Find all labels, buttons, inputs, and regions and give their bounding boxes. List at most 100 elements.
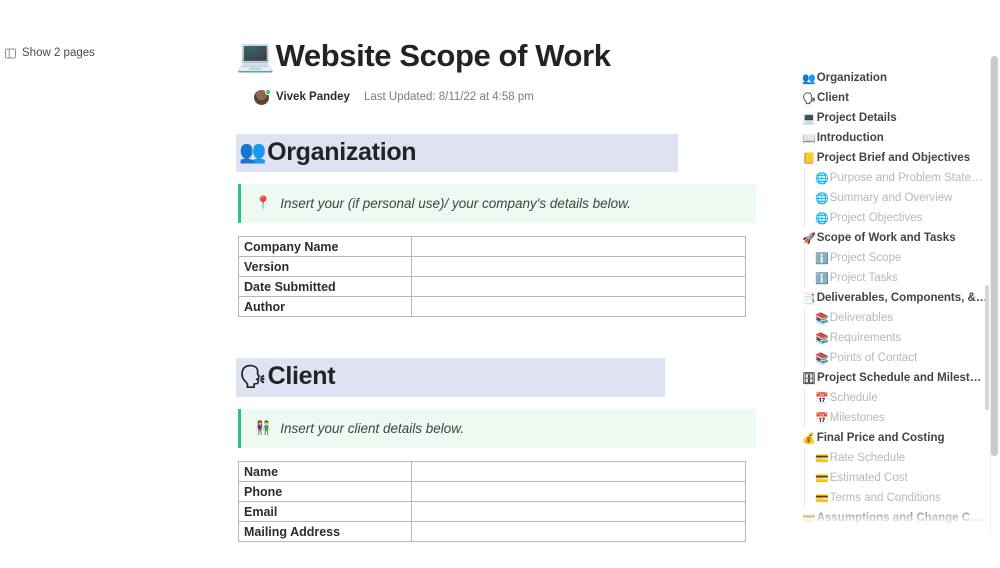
- outline-item-label: Project Schedule and Milestones: [816, 372, 988, 384]
- outline-item[interactable]: 💳 Assumptions and Change Control: [802, 508, 988, 528]
- outline-item-label: Schedule: [829, 392, 878, 404]
- outline-item-icon: 💳: [815, 472, 829, 485]
- cell-value[interactable]: [411, 236, 746, 258]
- outline-item-icon: 👥: [802, 72, 816, 85]
- outline-item-icon: 📖: [802, 132, 816, 145]
- outline-item[interactable]: ℹ️ Project Scope: [804, 248, 988, 268]
- outline-item-label: Purpose and Problem Statement: [829, 172, 988, 184]
- outline-item[interactable]: 📅 Milestones: [804, 408, 988, 428]
- table-row[interactable]: Date Submitted: [238, 276, 746, 298]
- page-title[interactable]: Website Scope of Work: [276, 39, 611, 73]
- outline-item[interactable]: 📚 Deliverables: [804, 308, 988, 328]
- outline-item[interactable]: 💳 Terms and Conditions: [804, 488, 988, 508]
- outline-item[interactable]: 👥 Organization: [802, 68, 988, 88]
- outline-item[interactable]: ℹ️ Project Tasks: [804, 268, 988, 288]
- table-client[interactable]: Name Phone Email Mailing Address: [238, 461, 746, 543]
- outline-item-label: Points of Contact: [829, 352, 918, 364]
- cell-key[interactable]: Company Name: [238, 236, 412, 258]
- outline-item[interactable]: 📖 Introduction: [802, 128, 988, 148]
- cell-value[interactable]: [411, 481, 746, 503]
- document-title-row: 💻 Website Scope of Work: [236, 38, 796, 73]
- outline-item-icon: 📑: [802, 292, 816, 305]
- table-row[interactable]: Email: [238, 501, 746, 523]
- outline-scrollbar[interactable]: [985, 70, 989, 525]
- cell-value[interactable]: [411, 501, 746, 523]
- outline-item[interactable]: 📒 Project Brief and Objectives: [802, 148, 988, 168]
- outline-item[interactable]: 📚 Points of Contact: [804, 348, 988, 368]
- cell-value[interactable]: [411, 521, 746, 543]
- byline: Vivek Pandey Last Updated: 8/11/22 at 4:…: [254, 88, 796, 105]
- page-scrollbar-thumb[interactable]: [991, 56, 998, 456]
- callout-client[interactable]: 👫 Insert your client details below.: [238, 408, 756, 449]
- outline-item-label: Milestones: [829, 412, 885, 424]
- outline-item[interactable]: 🗣 Client: [802, 88, 988, 108]
- outline-item-label: Deliverables: [829, 312, 893, 324]
- outline-item-icon: 📅: [815, 412, 829, 425]
- heading-organization[interactable]: 👥 Organization: [236, 133, 678, 172]
- cell-key[interactable]: Author: [238, 296, 412, 318]
- page-scrollbar[interactable]: [991, 56, 998, 548]
- outline-item[interactable]: 💰 Final Price and Costing: [802, 428, 988, 448]
- cell-key[interactable]: Name: [238, 461, 412, 483]
- outline-item-label: Deliverables, Components, & Requirements: [816, 292, 988, 304]
- outline-item[interactable]: 💳 Estimated Cost: [804, 468, 988, 488]
- outline-item-icon: 🗄: [802, 372, 816, 385]
- outline-item[interactable]: 🌐 Summary and Overview: [804, 188, 988, 208]
- cell-key[interactable]: Version: [238, 256, 412, 278]
- outline-panel[interactable]: 👥 Organization 🗣 Client 💻 Project Details 📖 Int…: [802, 68, 988, 528]
- callout-organization[interactable]: 📍 Insert your (if personal use)/ your co…: [238, 183, 756, 224]
- outline-item-label: Project Tasks: [829, 272, 898, 284]
- outline-item-label: Introduction: [816, 132, 884, 144]
- outline-item-label: Requirements: [829, 332, 902, 344]
- outline-item-label: Summary and Overview: [829, 192, 953, 204]
- online-status-dot: [265, 88, 271, 95]
- outline-item-icon: 🌐: [815, 172, 829, 185]
- app-root: Show 2 pages 💻 Website Scope of Work Viv…: [0, 0, 1000, 568]
- outline-item-label: Client: [816, 92, 849, 104]
- laptop-icon: 💻: [236, 38, 275, 73]
- cell-value[interactable]: [411, 256, 746, 278]
- cell-value[interactable]: [411, 461, 746, 483]
- outline-item-icon: 📅: [815, 392, 829, 405]
- table-row[interactable]: Company Name: [238, 236, 746, 258]
- table-row[interactable]: Version: [238, 256, 746, 278]
- cell-key[interactable]: Email: [238, 501, 412, 523]
- outline-scrollbar-thumb[interactable]: [985, 285, 989, 410]
- table-row[interactable]: Author: [238, 296, 746, 318]
- outline-item[interactable]: 🌐 Purpose and Problem Statement: [804, 168, 988, 188]
- outline-item-label: Assumptions and Change Control: [816, 512, 988, 524]
- outline-item[interactable]: 🚀 Scope of Work and Tasks: [802, 228, 988, 248]
- cell-key[interactable]: Date Submitted: [238, 276, 412, 298]
- outline-item-icon: 🚀: [802, 232, 816, 245]
- outline-item-label: Estimated Cost: [829, 472, 908, 484]
- author-name: Vivek Pandey: [276, 91, 350, 104]
- cell-key[interactable]: Phone: [238, 481, 412, 503]
- table-row[interactable]: Name: [238, 461, 746, 483]
- outline-item-icon: 💻: [802, 112, 816, 125]
- pin-icon: 📍: [255, 194, 272, 210]
- outline-item[interactable]: 💻 Project Details: [802, 108, 988, 128]
- cell-key[interactable]: Mailing Address: [238, 521, 412, 543]
- table-row[interactable]: Mailing Address: [238, 521, 746, 543]
- outline-item-icon: 🗣: [802, 92, 816, 105]
- outline-item[interactable]: 📅 Schedule: [804, 388, 988, 408]
- outline-item-icon: 📒: [802, 152, 816, 165]
- speaking-head-icon: 🗣: [239, 363, 267, 389]
- outline-item-label: Final Price and Costing: [816, 432, 945, 444]
- outline-item[interactable]: 💳 Rate Schedule: [804, 448, 988, 468]
- table-row[interactable]: Phone: [238, 481, 746, 503]
- outline-item[interactable]: 📑Deliverables, Components, & Requirement…: [802, 288, 988, 308]
- cell-value[interactable]: [411, 276, 746, 298]
- cell-value[interactable]: [411, 296, 746, 318]
- outline-item-icon: 📚: [815, 352, 829, 365]
- panel-icon: [5, 48, 16, 58]
- heading-client[interactable]: 🗣 Client: [236, 358, 665, 397]
- outline-item[interactable]: 📚 Requirements: [804, 328, 988, 348]
- show-pages-toggle[interactable]: Show 2 pages: [5, 47, 95, 59]
- outline-item[interactable]: 🗄 Project Schedule and Milestones: [802, 368, 988, 388]
- outline-item[interactable]: 🌐 Project Objectives: [804, 208, 988, 228]
- avatar[interactable]: [254, 88, 271, 105]
- document-body: 💻 Website Scope of Work Vivek Pandey Las…: [236, 0, 796, 568]
- outline-item-label: Project Scope: [829, 252, 902, 264]
- table-organization[interactable]: Company Name Version Date Submitted Auth…: [238, 236, 746, 318]
